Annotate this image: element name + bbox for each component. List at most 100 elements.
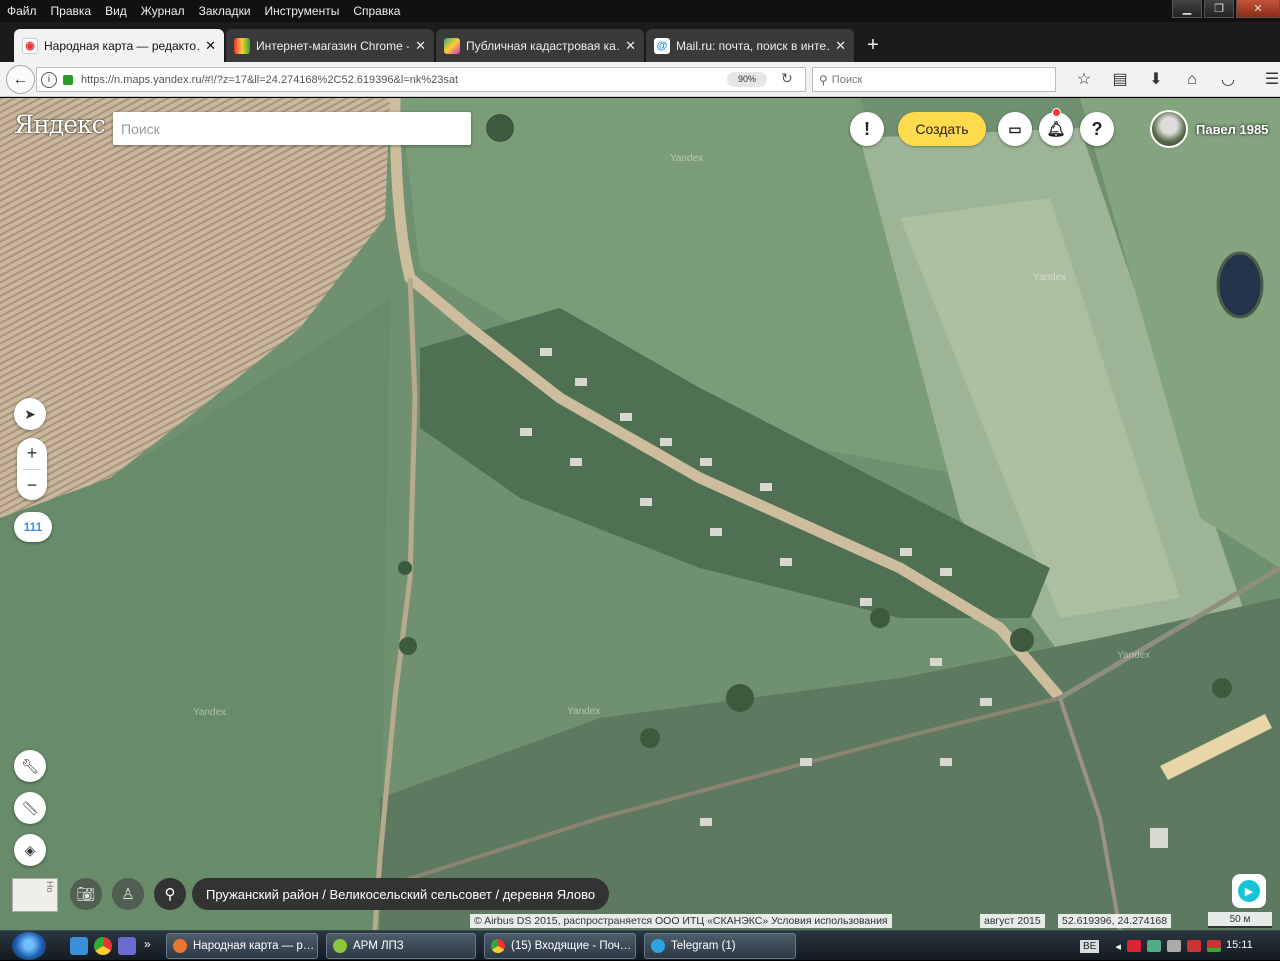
ie-icon[interactable] (70, 937, 88, 955)
antivirus-icon[interactable] (1126, 940, 1141, 952)
tab-narodnaya-karta[interactable]: ◉ Народная карта — редакто… ✕ (14, 29, 224, 62)
wrench-icon: 🔧︎ (21, 757, 39, 774)
map-search-input[interactable] (121, 120, 451, 137)
alert-button[interactable]: ! (850, 112, 884, 146)
menu-bookmarks[interactable]: Закладки (192, 0, 258, 22)
taskbar-item-inbox[interactable]: (15) Входящие - Поч… (484, 933, 636, 959)
scale-bar: 50 м (1208, 912, 1272, 928)
zoom-in-button[interactable]: + (17, 438, 47, 469)
info-icon[interactable]: i (41, 71, 57, 88)
zoom-level-badge[interactable]: 111 (14, 512, 52, 542)
coordinates-readout: 52.619396, 24.274168 (1058, 914, 1172, 928)
taskbar-item-firefox[interactable]: Народная карта — р… (166, 933, 318, 959)
address-bar[interactable]: i https://n.maps.yandex.ru/#!/?z=17&ll=2… (36, 67, 806, 92)
user-profile[interactable]: Павел 1985 (1150, 110, 1268, 148)
home-icon[interactable]: ⌂ (1174, 68, 1210, 92)
chat-bubble-icon: ▭ (1008, 120, 1022, 137)
cadastre-icon (444, 37, 460, 54)
satellite-imagery[interactable] (0, 98, 1280, 930)
close-window-button[interactable]: ✕ (1236, 0, 1280, 18)
minimap-label: Но (45, 881, 55, 893)
taskbar-item-telegram[interactable]: Telegram (1) (644, 933, 796, 959)
photo-button[interactable]: 📷︎ (70, 878, 102, 910)
zoom-out-button[interactable]: − (17, 470, 47, 501)
reload-icon[interactable]: ↻ (781, 70, 793, 87)
taskbar: » Народная карта — р… АРМ ЛПЗ (15) Входя… (0, 930, 1280, 960)
menu-view[interactable]: Вид (98, 0, 134, 22)
menu-bar: Файл Правка Вид Журнал Закладки Инструме… (0, 0, 1280, 22)
minimize-button[interactable]: ▁ (1172, 0, 1202, 18)
map-search-box[interactable] (113, 112, 471, 145)
chrome-icon[interactable] (94, 937, 112, 955)
exclamation-icon: ! (864, 118, 870, 139)
navigation-bar: ← i https://n.maps.yandex.ru/#!/?z=17&ll… (0, 62, 1280, 97)
tab-strip: ◉ Народная карта — редакто… ✕ Интернет-м… (0, 22, 1280, 62)
create-button[interactable]: Создать (898, 112, 986, 146)
network-icon[interactable] (1146, 940, 1161, 952)
start-button[interactable] (12, 932, 46, 960)
restore-button[interactable]: ❐ (1204, 0, 1234, 18)
arrow-left-icon: ← (12, 70, 29, 88)
menu-file[interactable]: Файл (0, 0, 44, 22)
app-icon[interactable] (118, 937, 136, 955)
user-name[interactable]: Павел 1985 (1196, 122, 1268, 137)
reading-list-icon[interactable]: ▤ (1102, 68, 1138, 92)
bookmark-star-icon[interactable]: ☆ (1066, 68, 1102, 92)
tab-label: Интернет-магазин Chrome - … (256, 38, 410, 53)
bell-icon: 🔔︎ (1046, 121, 1066, 138)
zoom-indicator[interactable]: 90% (727, 72, 767, 87)
language-indicator[interactable]: BE (1080, 939, 1100, 953)
ruler-button[interactable]: 📏︎ (14, 792, 46, 824)
teleport-button[interactable]: ▶ (1232, 874, 1266, 908)
menu-history[interactable]: Журнал (134, 0, 192, 22)
volume-icon[interactable] (1166, 940, 1181, 952)
close-tab-icon[interactable]: ✕ (625, 38, 636, 54)
pocket-icon[interactable]: ◡ (1210, 68, 1246, 92)
tray-expand-icon[interactable]: ◂ (1115, 940, 1121, 953)
geolocation-button[interactable]: ➤ (14, 398, 46, 430)
shield-icon[interactable] (1186, 940, 1201, 952)
clock[interactable]: 15:11 (1226, 939, 1253, 951)
hamburger-menu-icon[interactable]: ☰ (1254, 68, 1280, 92)
tab-label: Публичная кадастровая ка… (466, 38, 620, 53)
more-chevron-icon[interactable]: » (144, 937, 151, 951)
search-icon: ⚲ (819, 72, 828, 87)
tab-chrome-store[interactable]: Интернет-магазин Chrome - … ✕ (226, 29, 434, 62)
map-viewport[interactable]: Yandex Yandex Yandex Yandex Yandex Яндек… (0, 98, 1280, 930)
notifications-button[interactable]: 🔔︎ (1039, 112, 1073, 146)
layers-button[interactable]: ◈ (14, 834, 46, 866)
menu-tools[interactable]: Инструменты (258, 0, 347, 22)
layers-icon: ◈ (24, 841, 36, 858)
panorama-button[interactable]: ♙ (112, 878, 144, 910)
tools-button[interactable]: 🔧︎ (14, 750, 46, 782)
lock-icon[interactable] (63, 74, 73, 85)
flag-icon[interactable] (1206, 940, 1221, 952)
arm-icon (333, 939, 347, 953)
location-breadcrumb[interactable]: Пружанский район / Великосельский сельсо… (192, 878, 610, 910)
back-button[interactable]: ← (6, 65, 35, 94)
messages-button[interactable]: ▭ (998, 112, 1032, 146)
close-tab-icon[interactable]: ✕ (205, 38, 216, 54)
browser-search-box[interactable]: ⚲ Поиск (812, 67, 1056, 92)
download-icon[interactable]: ⬇ (1138, 68, 1174, 92)
new-tab-button[interactable]: + (862, 34, 884, 56)
minimap[interactable]: Но (12, 878, 58, 912)
play-icon: ▶ (1238, 880, 1260, 902)
place-marker-button[interactable]: ⚲ (154, 878, 186, 910)
help-button[interactable]: ? (1080, 112, 1114, 146)
map-pin-icon: ◉ (22, 37, 38, 54)
yandex-logo[interactable]: Яндекс (14, 110, 106, 139)
copyright-text[interactable]: © Airbus DS 2015, распространяется ООО И… (470, 914, 892, 928)
close-tab-icon[interactable]: ✕ (415, 38, 426, 54)
question-icon: ? (1091, 118, 1103, 139)
url-text[interactable]: https://n.maps.yandex.ru/#!/?z=17&ll=24.… (81, 74, 681, 86)
pegman-icon: ♙ (121, 886, 135, 903)
avatar[interactable] (1150, 110, 1188, 148)
taskbar-item-label: Народная карта — р… (193, 940, 315, 952)
tab-cadastre[interactable]: Публичная кадастровая ка… ✕ (436, 29, 644, 62)
menu-edit[interactable]: Правка (44, 0, 99, 22)
menu-help[interactable]: Справка (346, 0, 407, 22)
tab-mailru[interactable]: @ Mail.ru: почта, поиск в инте… ✕ (646, 29, 854, 62)
taskbar-item-arm[interactable]: АРМ ЛПЗ (326, 933, 476, 959)
close-tab-icon[interactable]: ✕ (835, 38, 846, 54)
